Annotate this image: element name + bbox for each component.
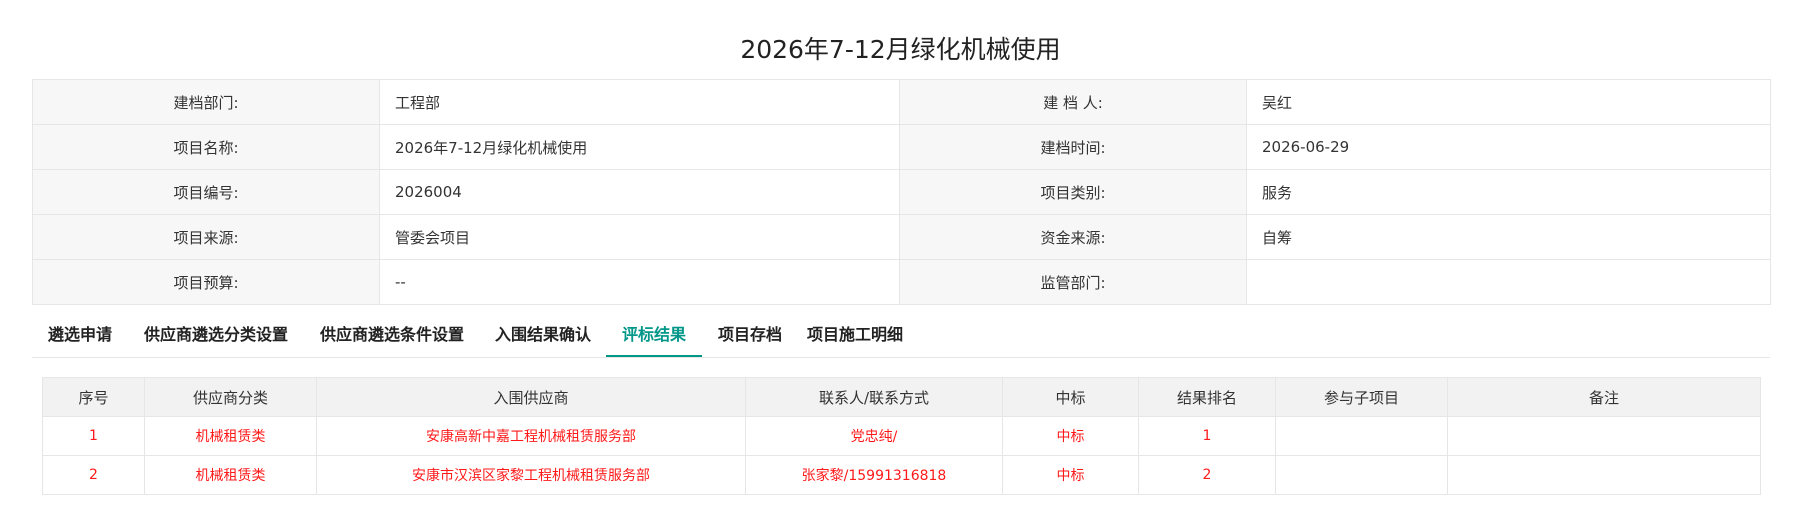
tab-supplier-category-settings[interactable]: 供应商遴选分类设置 [143,315,289,356]
table-header-row: 序号 供应商分类 入围供应商 联系人/联系方式 中标 结果排名 参与子项目 备注 [42,377,1761,417]
info-row: 项目名称: 2026年7-12月绿化机械使用 建档时间: 2026-06-29 [32,124,1771,170]
table-cell: 1 [42,416,145,456]
table-cell: 2 [1138,455,1276,495]
column-header: 结果排名 [1138,377,1276,417]
table-cell: 机械租赁类 [144,416,317,456]
tab-selection-request[interactable]: 遴选申请 [47,315,113,356]
table-cell: 1 [1138,416,1276,456]
column-header: 联系人/联系方式 [745,377,1003,417]
info-value: 2026004 [379,169,900,215]
table-cell [1275,416,1448,456]
info-label: 项目来源: [32,214,380,260]
project-info-table: 建档部门: 工程部 建 档 人: 吴红 项目名称: 2026年7-12月绿化机械… [32,79,1771,305]
table-cell: 机械租赁类 [144,455,317,495]
column-header: 入围供应商 [316,377,746,417]
info-label: 监管部门: [899,259,1247,305]
info-value: 2026-06-29 [1246,124,1771,170]
info-label: 项目名称: [32,124,380,170]
page-title: 2026年7-12月绿化机械使用 [740,35,1061,64]
tab-bid-evaluation-result[interactable]: 评标结果 [606,315,702,357]
info-label: 建档部门: [32,79,380,125]
bid-result-table: 序号 供应商分类 入围供应商 联系人/联系方式 中标 结果排名 参与子项目 备注… [42,377,1761,495]
table-cell: 2 [42,455,145,495]
tab-project-archive[interactable]: 项目存档 [717,315,783,356]
column-header: 备注 [1447,377,1761,417]
info-value: 工程部 [379,79,900,125]
table-cell: 张家黎/15991316818 [745,455,1003,495]
table-cell: 党忠纯/ [745,416,1003,456]
info-value [1246,259,1771,305]
info-row: 项目编号: 2026004 项目类别: 服务 [32,169,1771,215]
tab-supplier-condition-settings[interactable]: 供应商遴选条件设置 [319,315,465,356]
info-value: -- [379,259,900,305]
table-row: 1 机械租赁类 安康高新中嘉工程机械租赁服务部 党忠纯/ 中标 1 [42,416,1761,456]
info-value: 管委会项目 [379,214,900,260]
table-row: 2 机械租赁类 安康市汉滨区家黎工程机械租赁服务部 张家黎/1599131681… [42,455,1761,495]
column-header: 参与子项目 [1275,377,1448,417]
table-cell: 中标 [1002,416,1139,456]
info-label: 项目类别: [899,169,1247,215]
info-value: 吴红 [1246,79,1771,125]
column-header: 中标 [1002,377,1139,417]
tab-bar: 遴选申请 供应商遴选分类设置 供应商遴选条件设置 入围结果确认 评标结果 项目存… [32,315,1770,358]
table-cell [1447,416,1761,456]
info-label: 资金来源: [899,214,1247,260]
info-label: 项目编号: [32,169,380,215]
info-row: 项目预算: -- 监管部门: [32,259,1771,305]
tab-shortlist-confirmation[interactable]: 入围结果确认 [494,315,592,356]
table-cell: 安康高新中嘉工程机械租赁服务部 [316,416,746,456]
info-row: 建档部门: 工程部 建 档 人: 吴红 [32,79,1771,125]
column-header: 序号 [42,377,145,417]
info-row: 项目来源: 管委会项目 资金来源: 自筹 [32,214,1771,260]
table-cell: 中标 [1002,455,1139,495]
info-value: 2026年7-12月绿化机械使用 [379,124,900,170]
info-label: 项目预算: [32,259,380,305]
table-cell: 安康市汉滨区家黎工程机械租赁服务部 [316,455,746,495]
info-value: 服务 [1246,169,1771,215]
column-header: 供应商分类 [144,377,317,417]
table-cell [1447,455,1761,495]
tab-construction-details[interactable]: 项目施工明细 [806,315,904,356]
info-label: 建 档 人: [899,79,1247,125]
table-cell [1275,455,1448,495]
info-value: 自筹 [1246,214,1771,260]
info-label: 建档时间: [899,124,1247,170]
